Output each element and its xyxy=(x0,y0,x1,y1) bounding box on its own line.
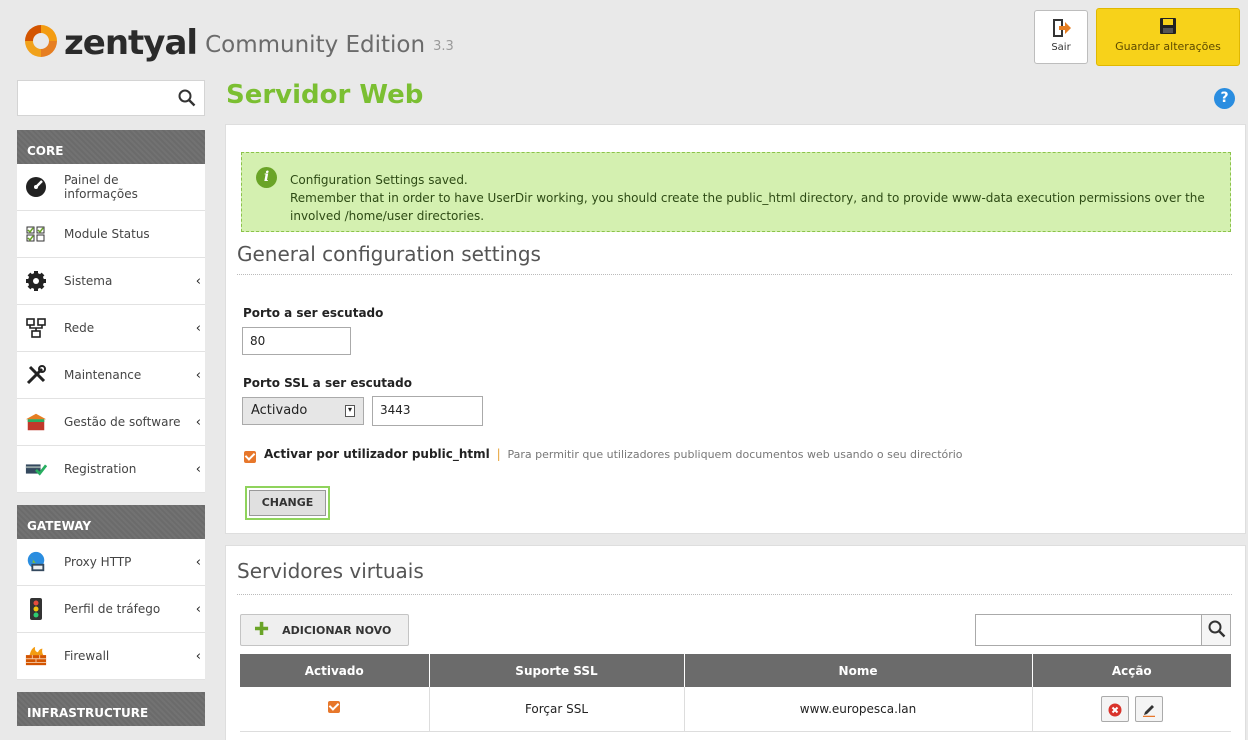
sidebar-item-label: Maintenance xyxy=(64,368,142,382)
plus-icon: ✚ xyxy=(254,619,270,640)
chevron-left-icon: ‹ xyxy=(195,649,201,664)
search-icon[interactable] xyxy=(178,89,196,107)
logout-icon xyxy=(1053,19,1071,37)
sidebar-item-label: Painel de informações xyxy=(64,173,138,201)
general-settings-panel: i Configuration Settings saved. Remember… xyxy=(225,124,1246,534)
success-notice: i Configuration Settings saved. Remember… xyxy=(241,152,1231,232)
column-header[interactable]: Activado xyxy=(240,654,430,687)
gear-icon xyxy=(25,270,47,292)
column-header[interactable]: Nome xyxy=(684,654,1033,687)
table-search-button[interactable] xyxy=(1201,615,1230,645)
virtual-hosts-table: Activado Suporte SSL Nome Acção Forçar S… xyxy=(240,654,1231,732)
save-changes-button[interactable]: Guardar alterações xyxy=(1096,8,1240,66)
chevron-down-icon: ▾ xyxy=(345,405,355,417)
globe-computer-icon xyxy=(25,551,47,573)
version-label: 3.3 xyxy=(433,39,454,54)
sidebar-item-label: Gestão de software xyxy=(64,415,181,429)
sidebar-item-registration[interactable]: Registration ‹ xyxy=(17,446,205,493)
userdir-label: Activar por utilizador public_html xyxy=(264,447,490,461)
sidebar-section-gateway: GATEWAY xyxy=(17,505,205,539)
sidebar-item-label: Proxy HTTP xyxy=(64,555,132,569)
ssl-mode-select[interactable]: Activado ▾ xyxy=(242,397,364,425)
chevron-left-icon: ‹ xyxy=(195,462,201,477)
pencil-icon xyxy=(1142,704,1155,717)
userdir-separator: | xyxy=(496,447,501,461)
network-icon xyxy=(25,317,47,339)
sidebar-section-core: CORE xyxy=(17,130,205,164)
table-search-input[interactable] xyxy=(975,614,1231,646)
table-row: Forçar SSL www.europesca.lan xyxy=(240,687,1231,732)
logout-label: Sair xyxy=(1051,42,1071,53)
sidebar-item-proxy-http[interactable]: Proxy HTTP ‹ xyxy=(17,539,205,586)
help-icon[interactable]: ? xyxy=(1214,88,1235,109)
sidebar-item-label: Firewall xyxy=(64,649,110,663)
sidebar-item-network[interactable]: Rede ‹ xyxy=(17,305,205,352)
logout-button[interactable]: Sair xyxy=(1034,10,1088,64)
sidebar-item-traffic-shaping[interactable]: Perfil de tráfego ‹ xyxy=(17,586,205,633)
column-header: Acção xyxy=(1032,654,1231,687)
chevron-left-icon: ‹ xyxy=(195,415,201,430)
registration-icon xyxy=(25,458,47,480)
add-new-button[interactable]: ✚ ADICIONAR NOVO xyxy=(240,614,409,646)
zentyal-logo-icon xyxy=(25,25,57,57)
ssl-support-cell: Forçar SSL xyxy=(429,687,685,732)
virtual-hosts-panel: Servidores virtuais ✚ ADICIONAR NOVO Act… xyxy=(225,545,1246,740)
zentyal-logo[interactable]: zentyal Community Edition 3.3 xyxy=(22,22,454,60)
tools-icon xyxy=(25,364,47,386)
sidebar-search-input[interactable] xyxy=(17,80,205,116)
delete-button[interactable] xyxy=(1100,695,1129,722)
port-field[interactable]: 80 xyxy=(242,327,351,355)
edition-label: Community Edition xyxy=(205,32,426,58)
chevron-left-icon: ‹ xyxy=(195,368,201,383)
sidebar-item-dashboard[interactable]: Painel de informações xyxy=(17,164,205,211)
dashboard-icon xyxy=(25,176,47,198)
sidebar-item-maintenance[interactable]: Maintenance ‹ xyxy=(17,352,205,399)
sidebar-item-system[interactable]: Sistema ‹ xyxy=(17,258,205,305)
checkbox-grid-icon xyxy=(25,223,47,245)
host-name-cell: www.europesca.lan xyxy=(684,687,1033,732)
sidebar: CORE Painel de informações Module Status… xyxy=(17,130,205,726)
header: zentyal Community Edition 3.3 Sair Guard… xyxy=(0,0,1248,82)
package-icon xyxy=(25,411,47,433)
ssl-port-label: Porto SSL a ser escutado xyxy=(243,376,412,390)
chevron-left-icon: ‹ xyxy=(195,602,201,617)
sidebar-item-label: Registration xyxy=(64,462,137,476)
notice-line-1: Configuration Settings saved. xyxy=(290,173,468,187)
port-label: Porto a ser escutado xyxy=(243,306,384,320)
sidebar-item-module-status[interactable]: Module Status xyxy=(17,211,205,258)
general-settings-heading: General configuration settings xyxy=(237,242,541,266)
chevron-left-icon: ‹ xyxy=(195,321,201,336)
floppy-disk-icon xyxy=(1160,18,1176,34)
sidebar-item-software[interactable]: Gestão de software ‹ xyxy=(17,399,205,446)
info-icon: i xyxy=(256,167,277,188)
enabled-checkbox[interactable] xyxy=(328,701,341,714)
traffic-light-icon xyxy=(25,598,47,620)
sidebar-item-label: Rede xyxy=(64,321,95,335)
column-header[interactable]: Suporte SSL xyxy=(429,654,685,687)
delete-icon xyxy=(1108,703,1122,717)
search-icon xyxy=(1208,620,1226,638)
sidebar-section-infrastructure: INFRASTRUCTURE xyxy=(17,692,205,726)
userdir-checkbox[interactable] xyxy=(244,451,256,463)
page-title: Servidor Web xyxy=(226,80,424,110)
change-button-label: CHANGE xyxy=(249,490,326,516)
firewall-icon xyxy=(25,645,47,667)
userdir-help: Para permitir que utilizadores publiquem… xyxy=(507,448,963,461)
brand-name: zentyal xyxy=(64,23,198,63)
change-button[interactable]: CHANGE xyxy=(245,486,330,520)
sidebar-item-label: Perfil de tráfego xyxy=(64,602,161,616)
add-new-label: ADICIONAR NOVO xyxy=(282,623,392,637)
sidebar-item-firewall[interactable]: Firewall ‹ xyxy=(17,633,205,680)
ssl-mode-value: Activado xyxy=(251,403,308,418)
notice-line-2: Remember that in order to have UserDir w… xyxy=(290,191,1205,223)
virtual-hosts-heading: Servidores virtuais xyxy=(237,559,424,583)
save-changes-label: Guardar alterações xyxy=(1115,40,1221,53)
chevron-left-icon: ‹ xyxy=(195,274,201,289)
sidebar-item-label: Sistema xyxy=(64,274,113,288)
ssl-port-field[interactable]: 3443 xyxy=(372,396,483,426)
sidebar-item-label: Module Status xyxy=(64,227,150,241)
chevron-left-icon: ‹ xyxy=(195,555,201,570)
edit-button[interactable] xyxy=(1134,695,1163,722)
